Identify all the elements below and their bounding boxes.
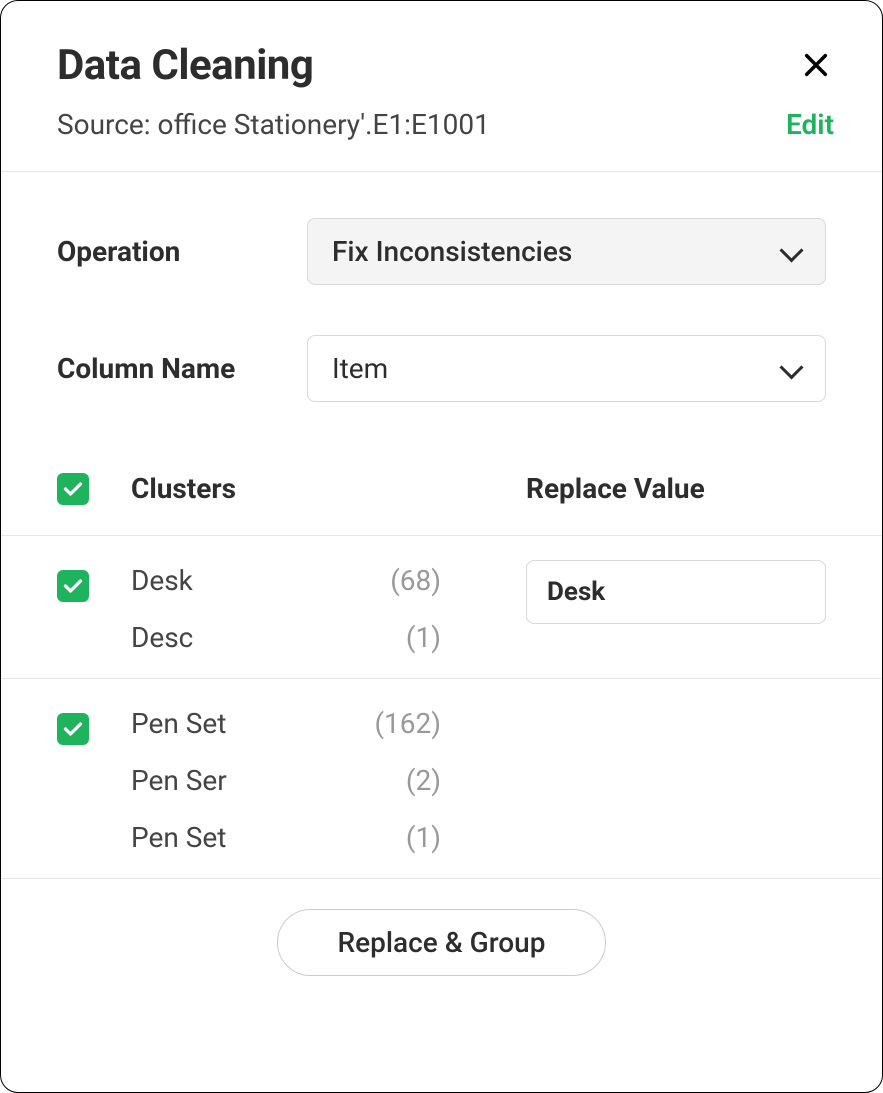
check-icon — [63, 481, 83, 497]
check-icon — [63, 721, 83, 737]
replace-value-cell — [526, 560, 826, 624]
clusters-header: Clusters — [131, 472, 526, 505]
chevron-down-icon — [781, 246, 801, 258]
cluster-item: Desk (68) — [131, 564, 510, 597]
replace-and-group-button[interactable]: Replace & Group — [277, 909, 607, 976]
panel-header: Data Cleaning Source: office Stationery'… — [1, 1, 882, 172]
cluster-count: (162) — [361, 707, 441, 740]
cluster-item: Pen Set (1) — [131, 821, 510, 854]
cluster-checkbox[interactable] — [57, 570, 89, 602]
close-icon — [802, 51, 830, 79]
cluster-item: Pen Ser (2) — [131, 764, 510, 797]
data-cleaning-panel: Data Cleaning Source: office Stationery'… — [0, 0, 883, 1093]
cluster-group: Desk (68) Desc (1) — [1, 536, 882, 679]
column-row: Column Name Item — [1, 335, 882, 402]
panel-footer: Replace & Group — [1, 879, 882, 1016]
cluster-name: Pen Ser — [131, 764, 361, 797]
table-header-row: Clusters Replace Value — [1, 452, 882, 536]
column-label: Column Name — [57, 352, 307, 385]
replace-value-header: Replace Value — [526, 472, 826, 505]
title-row: Data Cleaning — [57, 41, 834, 90]
cluster-name: Desk — [131, 564, 361, 597]
cluster-count: (1) — [361, 621, 441, 654]
source-text: Source: office Stationery'.E1:E1001 — [57, 108, 490, 141]
operation-select[interactable]: Fix Inconsistencies — [307, 218, 826, 285]
replace-value-input[interactable] — [526, 560, 826, 624]
select-all-checkbox[interactable] — [57, 473, 89, 505]
column-value: Item — [332, 352, 388, 385]
cluster-name: Pen Set — [131, 707, 361, 740]
cluster-list: Desk (68) Desc (1) — [131, 560, 510, 654]
cluster-count: (1) — [361, 821, 441, 854]
operation-value: Fix Inconsistencies — [332, 235, 572, 268]
close-button[interactable] — [798, 45, 834, 89]
source-row: Source: office Stationery'.E1:E1001 Edit — [57, 108, 834, 141]
cluster-checkbox[interactable] — [57, 713, 89, 745]
panel-title: Data Cleaning — [57, 41, 313, 90]
column-select[interactable]: Item — [307, 335, 826, 402]
cluster-item: Desc (1) — [131, 621, 510, 654]
operation-label: Operation — [57, 235, 307, 268]
check-icon — [63, 578, 83, 594]
cluster-count: (2) — [361, 764, 441, 797]
cluster-name: Desc — [131, 621, 361, 654]
edit-link[interactable]: Edit — [786, 108, 834, 141]
chevron-down-icon — [781, 363, 801, 375]
cluster-count: (68) — [361, 564, 441, 597]
operation-row: Operation Fix Inconsistencies — [1, 218, 882, 285]
cluster-name: Pen Set — [131, 821, 361, 854]
cluster-group: Pen Set (162) Pen Ser (2) Pen Set (1) — [1, 679, 882, 879]
cluster-list: Pen Set (162) Pen Ser (2) Pen Set (1) — [131, 703, 510, 854]
cluster-item: Pen Set (162) — [131, 707, 510, 740]
panel-body: Operation Fix Inconsistencies Column Nam… — [1, 172, 882, 1092]
